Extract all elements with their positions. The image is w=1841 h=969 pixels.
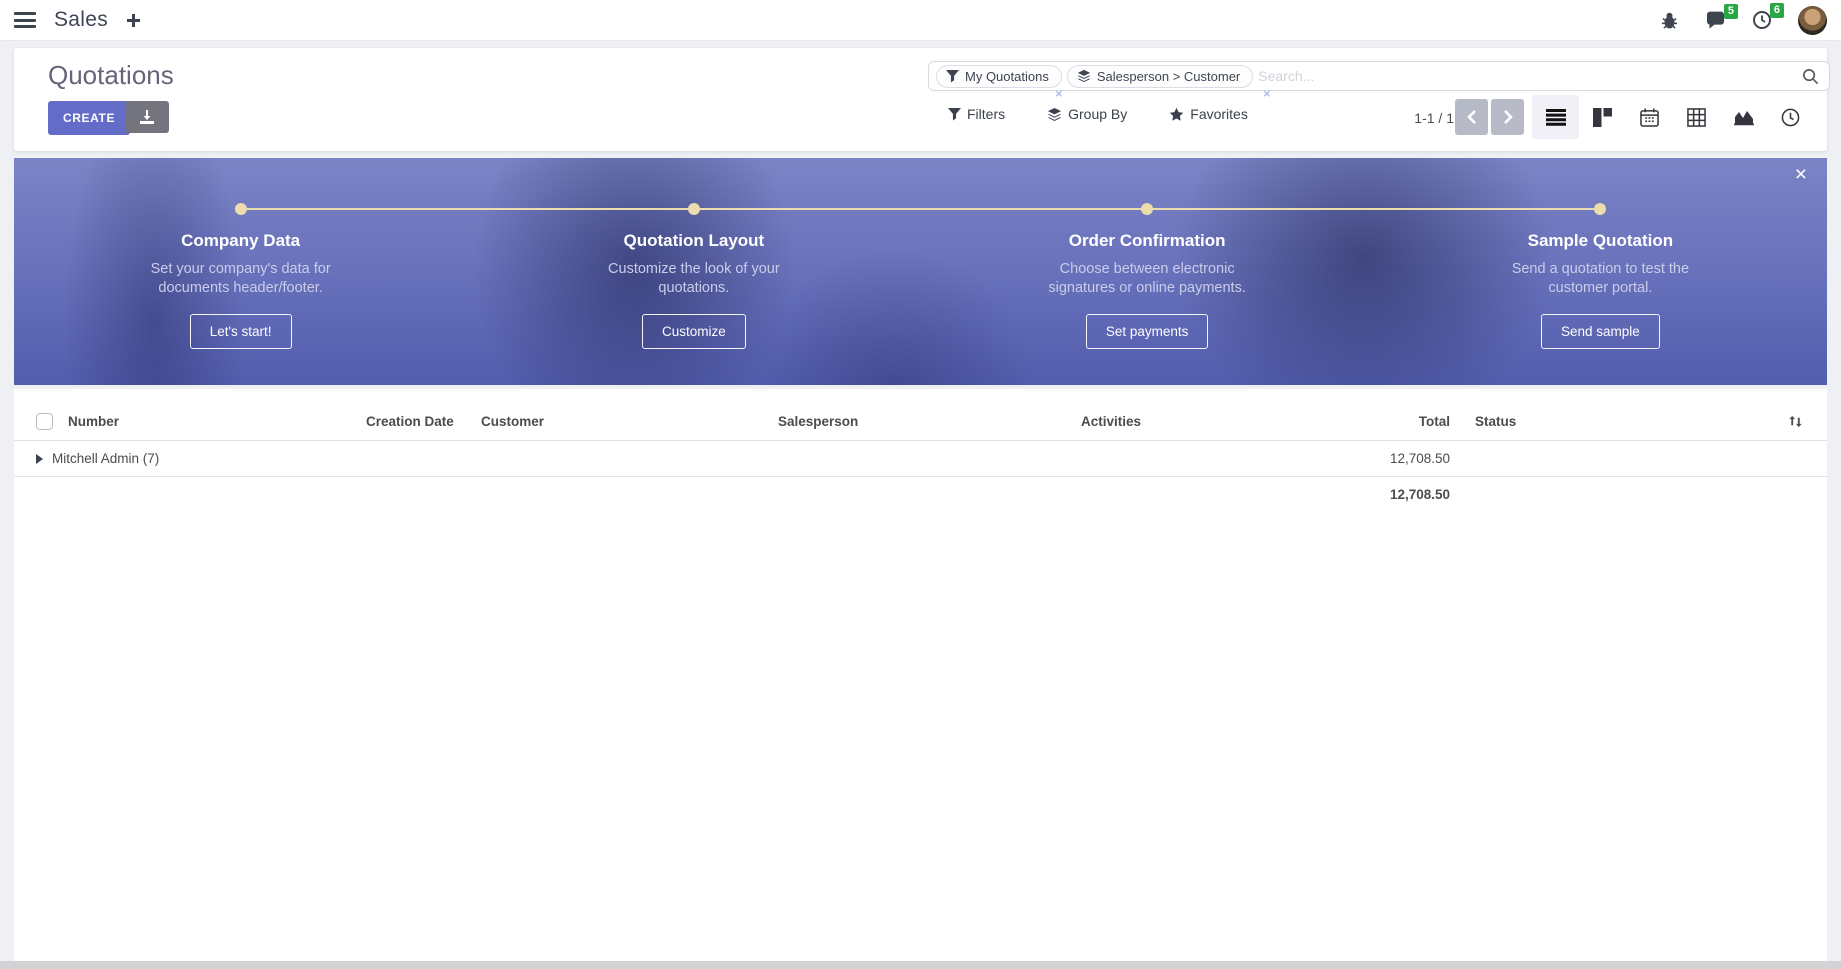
navbar-systray: 5 6	[1660, 6, 1827, 35]
plus-icon[interactable]	[126, 13, 141, 28]
create-button[interactable]: CREATE	[48, 101, 130, 135]
kanban-view-button[interactable]	[1579, 95, 1626, 139]
list-footer-row: 12,708.50	[14, 477, 1827, 513]
group-by-menu[interactable]: Group By	[1047, 106, 1127, 122]
search-facet-my-quotations[interactable]: My Quotations	[936, 65, 1062, 88]
step-description: Set your company's data for documents he…	[138, 260, 343, 298]
step-title: Company Data	[181, 231, 300, 251]
close-icon[interactable]: ×	[1795, 164, 1807, 185]
group-by-label: Group By	[1068, 106, 1127, 122]
optional-columns-icon[interactable]	[1768, 414, 1823, 429]
filter-icon	[946, 70, 959, 83]
filters-label: Filters	[967, 106, 1005, 122]
search-icon[interactable]	[1802, 68, 1819, 85]
select-all-checkbox[interactable]	[36, 413, 53, 430]
layers-icon	[1047, 107, 1062, 122]
search-bar[interactable]: My Quotations Salesperson > Customer × ×	[928, 61, 1830, 91]
calendar-view-button[interactable]	[1626, 95, 1673, 139]
search-input[interactable]	[1258, 68, 1802, 84]
column-header-total[interactable]: Total	[1234, 403, 1454, 441]
set-payments-button[interactable]: Set payments	[1086, 314, 1209, 349]
column-header-number[interactable]: Number	[64, 403, 362, 441]
pager-previous-button[interactable]	[1455, 99, 1488, 135]
footer-total: 12,708.50	[1234, 477, 1454, 513]
step-description: Send a quotation to test the customer po…	[1498, 260, 1703, 298]
pager-value: 1-1 / 1	[1354, 101, 1454, 135]
step-dot	[1594, 203, 1606, 215]
search-options-row: Filters Group By Favorites	[948, 106, 1248, 122]
customize-button[interactable]: Customize	[642, 314, 746, 349]
user-avatar[interactable]	[1798, 6, 1827, 35]
graph-view-button[interactable]	[1720, 95, 1767, 139]
column-header-activities[interactable]: Activities	[1077, 403, 1234, 441]
group-total: 12,708.50	[1234, 441, 1454, 477]
top-navbar: Sales 5 6	[0, 0, 1841, 41]
group-label: Mitchell Admin (7)	[52, 451, 159, 466]
messages-badge: 5	[1724, 4, 1738, 19]
control-panel: Quotations CREATE My Quotations Salesper…	[14, 48, 1827, 151]
column-header-salesperson[interactable]: Salesperson	[774, 403, 1077, 441]
step-title: Order Confirmation	[1069, 231, 1226, 251]
onboarding-step-quotation-layout: Quotation Layout Customize the look of y…	[467, 158, 920, 385]
step-dot	[1141, 203, 1153, 215]
filter-icon	[948, 108, 961, 121]
quotations-list: Number Creation Date Customer Salesperso…	[14, 389, 1827, 961]
step-description: Customize the look of your quotations.	[591, 260, 796, 298]
pager-next-button[interactable]	[1491, 99, 1524, 135]
messages-icon[interactable]: 5	[1705, 11, 1726, 30]
column-header-status[interactable]: Status	[1454, 403, 1764, 441]
onboarding-banner: Company Data Set your company's data for…	[14, 158, 1827, 385]
column-header-customer[interactable]: Customer	[477, 403, 774, 441]
odoo-sales-screen: Sales 5 6	[0, 0, 1841, 969]
onboarding-step-order-confirmation: Order Confirmation Choose between electr…	[921, 158, 1374, 385]
favorites-label: Favorites	[1190, 106, 1248, 122]
search-facet-groupby[interactable]: Salesperson > Customer	[1067, 65, 1253, 88]
facet-label: Salesperson > Customer	[1097, 69, 1240, 84]
navbar-left: Sales	[14, 8, 141, 32]
step-dot	[235, 203, 247, 215]
page-title: Quotations	[48, 60, 174, 91]
facet-remove-icon[interactable]: ×	[1263, 87, 1271, 100]
column-header-creation-date[interactable]: Creation Date	[362, 403, 477, 441]
step-description: Choose between electronic signatures or …	[1045, 260, 1250, 298]
step-title: Quotation Layout	[624, 231, 765, 251]
pivot-view-button[interactable]	[1673, 95, 1720, 139]
facet-label: My Quotations	[965, 69, 1049, 84]
onboarding-step-sample-quotation: Sample Quotation Send a quotation to tes…	[1374, 158, 1827, 385]
step-dot	[688, 203, 700, 215]
download-icon	[139, 110, 155, 124]
onboarding-step-company-data: Company Data Set your company's data for…	[14, 158, 467, 385]
favorites-menu[interactable]: Favorites	[1169, 106, 1248, 122]
activity-view-button[interactable]	[1767, 95, 1814, 139]
app-name[interactable]: Sales	[54, 8, 108, 32]
filters-menu[interactable]: Filters	[948, 106, 1005, 122]
facet-remove-icon[interactable]: ×	[1055, 87, 1063, 100]
layers-icon	[1077, 69, 1091, 83]
activities-badge: 6	[1770, 3, 1784, 18]
send-sample-button[interactable]: Send sample	[1541, 314, 1660, 349]
activities-clock-icon[interactable]: 6	[1752, 10, 1772, 30]
list-view-button[interactable]	[1532, 95, 1579, 139]
debug-bug-icon[interactable]	[1660, 11, 1679, 30]
list-header-row: Number Creation Date Customer Salesperso…	[14, 403, 1827, 441]
lets-start-button[interactable]: Let's start!	[190, 314, 292, 349]
group-row-mitchell-admin[interactable]: Mitchell Admin (7) 12,708.50	[14, 441, 1827, 477]
step-title: Sample Quotation	[1528, 231, 1673, 251]
apps-menu-icon[interactable]	[14, 12, 36, 28]
star-icon	[1169, 107, 1184, 122]
export-button[interactable]	[125, 101, 169, 133]
view-switcher	[1532, 95, 1814, 139]
bottom-strip	[0, 961, 1841, 969]
group-expand-icon[interactable]	[36, 454, 43, 464]
